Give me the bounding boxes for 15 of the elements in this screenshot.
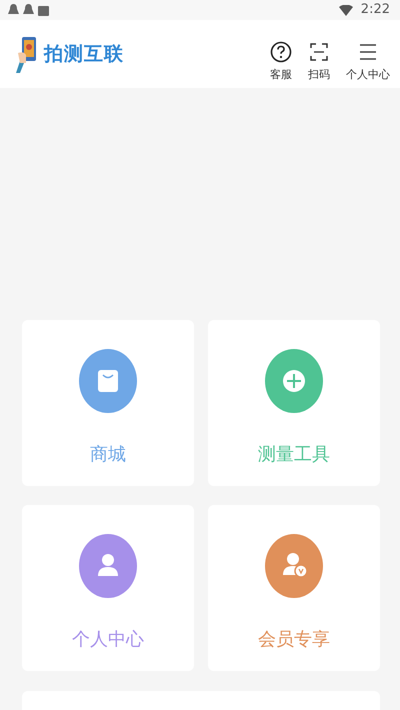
- header-action-button[interactable]: 客服: [270, 40, 292, 84]
- notification-icon: [23, 4, 34, 16]
- menu-tile[interactable]: 个人中心: [22, 505, 194, 671]
- menu-tile[interactable]: 商城: [22, 320, 194, 486]
- help-icon: [270, 40, 292, 63]
- header-action-button[interactable]: 扫码: [308, 40, 330, 84]
- notification-icon: [8, 4, 19, 16]
- scan-icon: [308, 40, 330, 63]
- app-name: 拍测互联: [44, 42, 124, 67]
- notification-icon: [38, 4, 49, 16]
- clock-time: 2:22: [360, 1, 390, 20]
- wifi-icon: [338, 4, 353, 16]
- header-action-button[interactable]: 个人中心: [346, 40, 390, 84]
- menu-tile[interactable]: 测量工具: [208, 320, 380, 486]
- menu-tile[interactable]: 会员专享: [208, 505, 380, 671]
